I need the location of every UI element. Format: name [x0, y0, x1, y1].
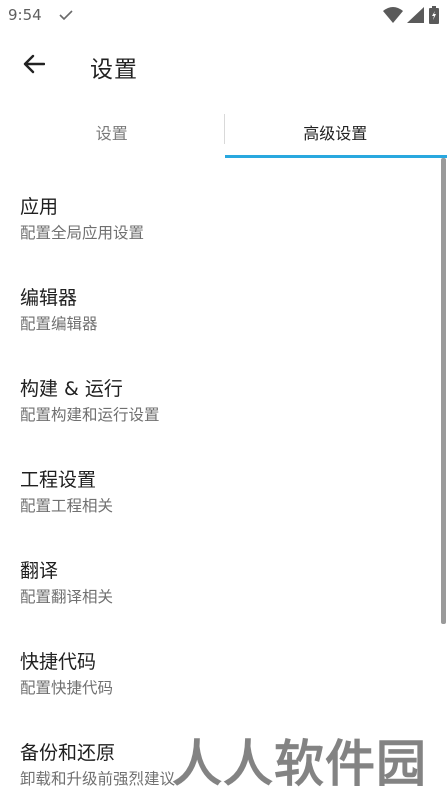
- item-subtitle: 配置工程相关: [20, 494, 113, 516]
- item-subtitle: 卸载和升级前强烈建议: [20, 767, 175, 789]
- list-item-app[interactable]: 应用 配置全局应用设置: [0, 170, 440, 261]
- list-item-snippets[interactable]: 快捷代码 配置快捷代码: [0, 625, 440, 716]
- item-title: 应用: [20, 192, 58, 219]
- battery-icon: [429, 6, 439, 28]
- item-title: 翻译: [20, 556, 58, 583]
- item-title: 构建 & 运行: [20, 374, 123, 401]
- list-item-project-settings[interactable]: 工程设置 配置工程相关: [0, 443, 440, 534]
- check-icon: [58, 7, 74, 26]
- status-time: 9:54: [8, 6, 42, 24]
- signal-icon: [407, 7, 425, 27]
- item-subtitle: 配置编辑器: [20, 312, 98, 334]
- item-title: 编辑器: [20, 283, 77, 310]
- tab-advanced-settings[interactable]: 高级设置: [224, 106, 447, 158]
- item-subtitle: 配置全局应用设置: [20, 221, 144, 243]
- page-title: 设置: [90, 50, 138, 84]
- watermark: 人人软件园: [172, 724, 427, 796]
- list-item-editor[interactable]: 编辑器 配置编辑器: [0, 261, 440, 352]
- item-title: 工程设置: [20, 465, 96, 492]
- item-title: 备份和还原: [20, 738, 115, 765]
- back-button[interactable]: [14, 46, 54, 86]
- item-subtitle: 配置快捷代码: [20, 676, 113, 698]
- tab-divider: [224, 114, 225, 144]
- status-bar: 9:54: [0, 0, 447, 32]
- list-item-translation[interactable]: 翻译 配置翻译相关: [0, 534, 440, 625]
- item-subtitle: 配置构建和运行设置: [20, 403, 160, 425]
- tab-indicator: [225, 155, 447, 158]
- arrow-left-icon: [23, 54, 45, 78]
- item-title: 快捷代码: [20, 647, 96, 674]
- status-icons: [383, 6, 439, 28]
- wifi-icon: [383, 7, 403, 27]
- tab-settings[interactable]: 设置: [0, 106, 224, 158]
- scrollbar[interactable]: [441, 158, 446, 624]
- item-subtitle: 配置翻译相关: [20, 585, 113, 607]
- app-bar: 设置: [0, 32, 447, 100]
- list-item-build-run[interactable]: 构建 & 运行 配置构建和运行设置: [0, 352, 440, 443]
